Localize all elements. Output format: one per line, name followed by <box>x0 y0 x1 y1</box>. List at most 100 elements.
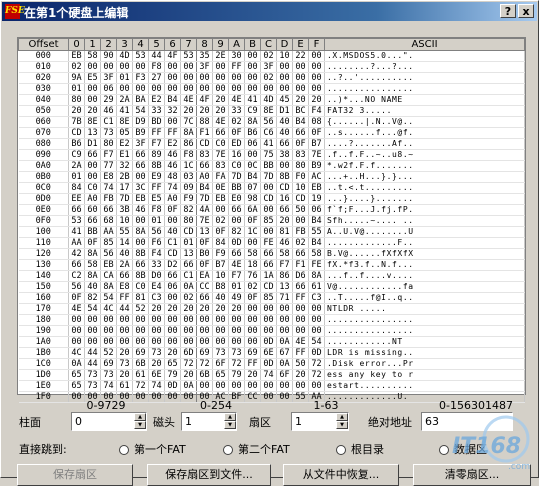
hex-byte-cell[interactable]: 41 <box>116 105 133 117</box>
hex-byte-cell[interactable]: 00 <box>180 83 197 95</box>
hex-byte-cell[interactable]: FE <box>260 237 277 249</box>
hex-byte-cell[interactable]: EB <box>212 193 229 205</box>
hex-byte-cell[interactable]: 0F <box>292 138 309 150</box>
hex-byte-cell[interactable]: BA <box>132 94 149 106</box>
ascii-cell[interactable]: .............F.. <box>324 237 525 249</box>
hex-byte-cell[interactable]: 20 <box>196 303 213 315</box>
hex-byte-cell[interactable]: 00 <box>164 314 181 326</box>
hex-byte-cell[interactable]: 30 <box>228 50 245 62</box>
jump-second-fat-radio[interactable]: 第二个FAT <box>223 441 290 457</box>
hex-byte-cell[interactable]: 00 <box>260 303 277 315</box>
hex-byte-cell[interactable]: 07 <box>244 182 261 194</box>
hex-byte-cell[interactable]: 00 <box>196 83 213 95</box>
hex-byte-cell[interactable]: F4 <box>148 248 165 260</box>
hex-byte-cell[interactable]: 60 <box>84 204 101 216</box>
hex-byte-cell[interactable]: 2A <box>116 94 133 106</box>
hex-byte-cell[interactable]: 0D <box>228 237 245 249</box>
hex-byte-cell[interactable]: 00 <box>276 83 293 95</box>
hex-byte-cell[interactable]: 00 <box>212 72 229 84</box>
ascii-cell[interactable]: fX.*f3.f..N.f... <box>324 259 525 271</box>
hex-byte-cell[interactable]: 1C <box>180 160 197 172</box>
hex-byte-cell[interactable]: 00 <box>68 325 85 337</box>
hex-byte-cell[interactable]: 00 <box>228 380 245 392</box>
hex-byte-cell[interactable]: 00 <box>164 391 181 403</box>
hex-byte-cell[interactable]: FF <box>292 347 309 359</box>
hex-byte-cell[interactable]: 85 <box>100 237 117 249</box>
hex-byte-cell[interactable]: 66 <box>212 127 229 139</box>
hex-byte-cell[interactable]: FF <box>148 127 165 139</box>
hex-byte-cell[interactable]: 44 <box>84 347 101 359</box>
hex-byte-cell[interactable]: B4 <box>292 116 309 128</box>
hex-byte-cell[interactable]: 00 <box>100 314 117 326</box>
jump-data-area-radio[interactable]: 数据区 <box>439 441 487 457</box>
hex-byte-cell[interactable]: C9 <box>244 105 261 117</box>
hex-byte-cell[interactable]: F1 <box>292 259 309 271</box>
hex-byte-cell[interactable]: 00 <box>148 391 165 403</box>
hex-byte-cell[interactable]: 66 <box>132 259 149 271</box>
hex-byte-cell[interactable]: F7 <box>228 270 245 282</box>
hex-byte-cell[interactable]: 66 <box>116 270 133 282</box>
hex-byte-cell[interactable]: 20 <box>244 369 261 381</box>
hex-byte-cell[interactable]: 00 <box>260 391 277 403</box>
hex-byte-cell[interactable]: 74 <box>260 369 277 381</box>
close-button[interactable]: x <box>518 4 534 18</box>
hex-byte-cell[interactable]: 20 <box>308 94 325 106</box>
hex-byte-cell[interactable]: EB <box>68 50 85 62</box>
hex-byte-cell[interactable]: E2 <box>148 94 165 106</box>
hex-byte-cell[interactable]: 73 <box>228 347 245 359</box>
hex-byte-cell[interactable]: 00 <box>148 83 165 95</box>
hex-byte-cell[interactable]: CD <box>180 226 197 238</box>
hex-byte-cell[interactable]: B0 <box>196 248 213 260</box>
hex-byte-cell[interactable]: 00 <box>260 314 277 326</box>
hex-byte-cell[interactable]: 20 <box>212 105 229 117</box>
hex-byte-cell[interactable]: 8A <box>84 270 101 282</box>
hex-byte-cell[interactable]: 00 <box>180 61 197 73</box>
hex-byte-cell[interactable]: F4 <box>308 105 325 117</box>
hex-byte-cell[interactable]: 2B <box>116 171 133 183</box>
hex-byte-cell[interactable]: 83 <box>196 149 213 161</box>
hex-byte-cell[interactable]: 00 <box>132 325 149 337</box>
hex-byte-cell[interactable]: FB <box>100 193 117 205</box>
ascii-cell[interactable]: *.w2f.F.f....... <box>324 160 525 172</box>
hex-byte-cell[interactable]: 00 <box>292 83 309 95</box>
hex-byte-cell[interactable]: E0 <box>228 193 245 205</box>
hex-byte-cell[interactable]: 01 <box>228 281 245 293</box>
hex-byte-cell[interactable]: 80 <box>68 94 85 106</box>
hex-byte-cell[interactable]: 2E <box>212 50 229 62</box>
hex-byte-cell[interactable]: 74 <box>100 182 117 194</box>
hex-byte-cell[interactable]: 8E <box>116 116 133 128</box>
hex-byte-cell[interactable]: B4 <box>196 182 213 194</box>
hex-byte-cell[interactable]: 46 <box>132 204 149 216</box>
hex-byte-cell[interactable]: 01 <box>68 171 85 183</box>
hex-byte-cell[interactable]: FF <box>244 358 261 370</box>
hex-byte-cell[interactable]: 58 <box>84 259 101 271</box>
hex-byte-cell[interactable]: 00 <box>212 336 229 348</box>
hex-byte-cell[interactable]: 20 <box>228 303 245 315</box>
hex-byte-cell[interactable]: 66 <box>292 127 309 139</box>
hex-byte-cell[interactable]: CD <box>164 248 181 260</box>
hex-byte-cell[interactable]: B4 <box>308 237 325 249</box>
hex-byte-cell[interactable]: 58 <box>84 50 101 62</box>
hex-byte-cell[interactable]: 18 <box>244 259 261 271</box>
hex-byte-cell[interactable]: 00 <box>244 336 261 348</box>
hex-byte-cell[interactable]: 00 <box>260 380 277 392</box>
hex-byte-cell[interactable]: 80 <box>180 215 197 227</box>
hex-byte-cell[interactable]: 83 <box>292 149 309 161</box>
hex-byte-cell[interactable]: 20 <box>292 369 309 381</box>
hex-byte-cell[interactable]: 00 <box>244 50 261 62</box>
hex-byte-cell[interactable]: 82 <box>228 226 245 238</box>
hex-byte-cell[interactable]: F8 <box>148 61 165 73</box>
hex-byte-cell[interactable]: 20 <box>116 369 133 381</box>
hex-byte-cell[interactable]: 8A <box>244 116 261 128</box>
hex-byte-cell[interactable]: 85 <box>260 215 277 227</box>
hex-byte-cell[interactable]: EB <box>308 182 325 194</box>
hex-byte-cell[interactable]: EA <box>196 270 213 282</box>
hex-byte-cell[interactable]: 01 <box>116 72 133 84</box>
hex-byte-cell[interactable]: 0A <box>68 358 85 370</box>
hex-byte-cell[interactable]: 02 <box>292 237 309 249</box>
hex-byte-cell[interactable]: 8A <box>132 226 149 238</box>
hex-byte-cell[interactable]: CC <box>196 281 213 293</box>
sector-stepper[interactable]: 1 ▲ ▼ <box>291 412 349 431</box>
hex-byte-cell[interactable]: 19 <box>308 193 325 205</box>
hex-byte-cell[interactable]: 0A <box>276 336 293 348</box>
